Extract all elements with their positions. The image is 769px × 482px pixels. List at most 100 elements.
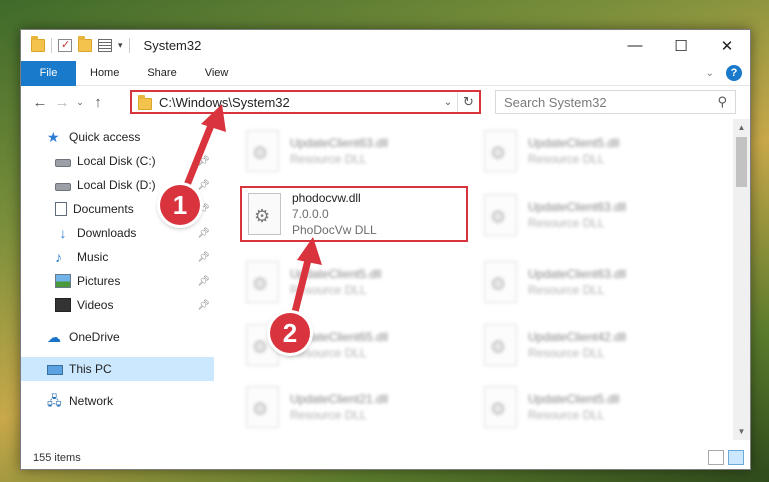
- navigation-bar: ← → ⌄ ↑ C:\Windows\System32 ⌄ ↻ ⚲: [21, 87, 750, 117]
- downloads-icon: ↓: [59, 225, 67, 241]
- address-bar[interactable]: C:\Windows\System32 ⌄ ↻: [130, 90, 481, 114]
- sidebar-item-label: Downloads: [77, 226, 137, 240]
- sidebar-item-pictures[interactable]: Pictures 📌︎: [21, 269, 214, 293]
- maximize-button[interactable]: ☐: [658, 30, 704, 61]
- status-bar: 155 items: [21, 447, 750, 469]
- tiles-view-icon[interactable]: [728, 450, 744, 465]
- tab-file[interactable]: File: [21, 60, 76, 86]
- properties-icon[interactable]: [98, 39, 112, 52]
- minimize-button[interactable]: —: [612, 30, 658, 61]
- tab-share[interactable]: Share: [133, 67, 190, 79]
- disk-icon: [55, 158, 71, 167]
- file-item[interactable]: UpdateClient5.dll Resource DLL: [484, 125, 714, 177]
- file-item[interactable]: UpdateClient63.dll Resource DLL: [484, 189, 714, 241]
- sidebar-item-label: OneDrive: [69, 330, 120, 344]
- dll-file-icon: [484, 130, 517, 172]
- this-pc-icon: [47, 364, 63, 375]
- sidebar-item-label: Local Disk (C:): [77, 154, 156, 168]
- scroll-down-icon[interactable]: ▼: [733, 423, 750, 440]
- refresh-button[interactable]: ↻: [457, 92, 479, 112]
- up-button[interactable]: ↑: [87, 94, 109, 111]
- sidebar-item-this-pc[interactable]: This PC: [21, 357, 214, 381]
- title-bar: ▾ System32 — ☐ ✕: [21, 30, 750, 61]
- sidebar-item-label: Quick access: [69, 130, 141, 144]
- file-version: 7.0.0.0: [292, 207, 329, 221]
- onedrive-icon: ☁: [47, 329, 61, 345]
- sidebar-item-network[interactable]: 🖧︎ Network: [21, 389, 214, 413]
- sidebar-item-label: Music: [77, 250, 109, 264]
- customize-toolbar-icon[interactable]: ▾: [118, 40, 123, 51]
- music-icon: ♪: [55, 249, 62, 265]
- search-icon: ⚲: [717, 94, 727, 109]
- sidebar-item-label: Network: [69, 394, 114, 408]
- new-folder-icon[interactable]: [78, 36, 92, 52]
- tab-view[interactable]: View: [191, 67, 243, 79]
- file-item[interactable]: UpdateClient5.dll Resource DLL: [246, 256, 476, 308]
- file-type: PhoDocVw DLL: [292, 223, 377, 237]
- file-item[interactable]: UpdateClient5.dll Resource DLL: [484, 381, 714, 433]
- pin-icon[interactable]: 📌︎: [197, 204, 210, 215]
- star-icon: ★: [47, 129, 60, 145]
- tab-home[interactable]: Home: [76, 67, 133, 79]
- scrollbar-thumb[interactable]: [736, 137, 747, 187]
- sidebar-item-videos[interactable]: Videos 📌︎: [21, 293, 214, 317]
- properties-check-icon[interactable]: [58, 38, 72, 52]
- address-dropdown-icon[interactable]: ⌄: [439, 97, 457, 108]
- sidebar-item-label: This PC: [69, 362, 112, 376]
- file-item[interactable]: UpdateClient42.dll Resource DLL: [484, 319, 714, 371]
- file-item-phodocvw[interactable]: phodocvw.dll 7.0.0.0 PhoDocVw DLL: [240, 186, 468, 242]
- sidebar-item-label: Local Disk (D:): [77, 178, 156, 192]
- file-type: Resource DLL: [528, 152, 605, 166]
- vertical-scrollbar[interactable]: ▲ ▼: [733, 119, 750, 440]
- sidebar-item-quick-access[interactable]: ★ Quick access: [21, 125, 214, 149]
- file-item[interactable]: UpdateClient63.dll Resource DLL: [484, 256, 714, 308]
- sidebar-item-label: Documents: [73, 202, 134, 216]
- pin-icon[interactable]: 📌︎: [197, 180, 210, 191]
- file-item[interactable]: UpdateClient65.dll Resource DLL: [246, 319, 476, 371]
- file-name: phodocvw.dll: [292, 191, 361, 205]
- pin-icon[interactable]: 📌︎: [197, 228, 210, 239]
- file-list: UpdateClient63.dll Resource DLL UpdateCli…: [224, 119, 731, 441]
- item-count: 155 items: [33, 452, 81, 464]
- search-input[interactable]: [504, 94, 718, 110]
- file-item[interactable]: UpdateClient21.dll Resource DLL: [246, 381, 476, 433]
- forward-button[interactable]: →: [51, 94, 73, 111]
- pin-icon[interactable]: 📌︎: [197, 300, 210, 311]
- expand-ribbon-icon[interactable]: ⌄: [706, 68, 714, 79]
- sidebar-item-label: Pictures: [77, 274, 121, 288]
- scroll-up-icon[interactable]: ▲: [733, 119, 750, 136]
- pin-icon[interactable]: 📌︎: [197, 276, 210, 287]
- file-type: Resource DLL: [528, 346, 605, 360]
- search-box[interactable]: ⚲: [495, 90, 736, 114]
- explorer-window: ▾ System32 — ☐ ✕ File Home Share View ⌄ …: [20, 29, 751, 470]
- sidebar-item-local-disk-c[interactable]: Local Disk (C:) 📌︎: [21, 149, 214, 173]
- window-title: System32: [143, 38, 202, 53]
- dll-file-icon: [246, 386, 279, 428]
- sidebar-item-onedrive[interactable]: ☁ OneDrive: [21, 325, 214, 349]
- folder-icon: [138, 94, 152, 110]
- sidebar-item-label: Videos: [77, 298, 114, 312]
- file-item[interactable]: UpdateClient63.dll Resource DLL: [246, 125, 476, 177]
- dll-file-icon: [246, 261, 279, 303]
- details-view-icon[interactable]: [708, 450, 724, 465]
- file-name: UpdateClient63.dll: [290, 136, 389, 150]
- pin-icon[interactable]: 📌︎: [197, 156, 210, 167]
- quick-access-toolbar: ▾ System32: [21, 30, 201, 61]
- file-name: UpdateClient63.dll: [528, 200, 627, 214]
- file-name: UpdateClient65.dll: [290, 330, 389, 344]
- file-name: UpdateClient5.dll: [528, 392, 620, 406]
- dll-file-icon: [484, 386, 517, 428]
- pictures-icon: [55, 274, 71, 288]
- sidebar-item-documents[interactable]: Documents 📌︎: [21, 197, 214, 221]
- dll-file-icon: [248, 193, 281, 235]
- sidebar-item-music[interactable]: ♪ Music 📌︎: [21, 245, 214, 269]
- pin-icon[interactable]: 📌︎: [197, 252, 210, 263]
- close-button[interactable]: ✕: [704, 30, 750, 61]
- address-path[interactable]: C:\Windows\System32: [159, 95, 439, 110]
- recent-locations-button[interactable]: ⌄: [73, 97, 87, 108]
- sidebar-item-local-disk-d[interactable]: Local Disk (D:) 📌︎: [21, 173, 214, 197]
- help-icon[interactable]: ?: [726, 65, 742, 81]
- back-button[interactable]: ←: [29, 94, 51, 111]
- sidebar-item-downloads[interactable]: ↓ Downloads 📌︎: [21, 221, 214, 245]
- file-type: Resource DLL: [290, 346, 367, 360]
